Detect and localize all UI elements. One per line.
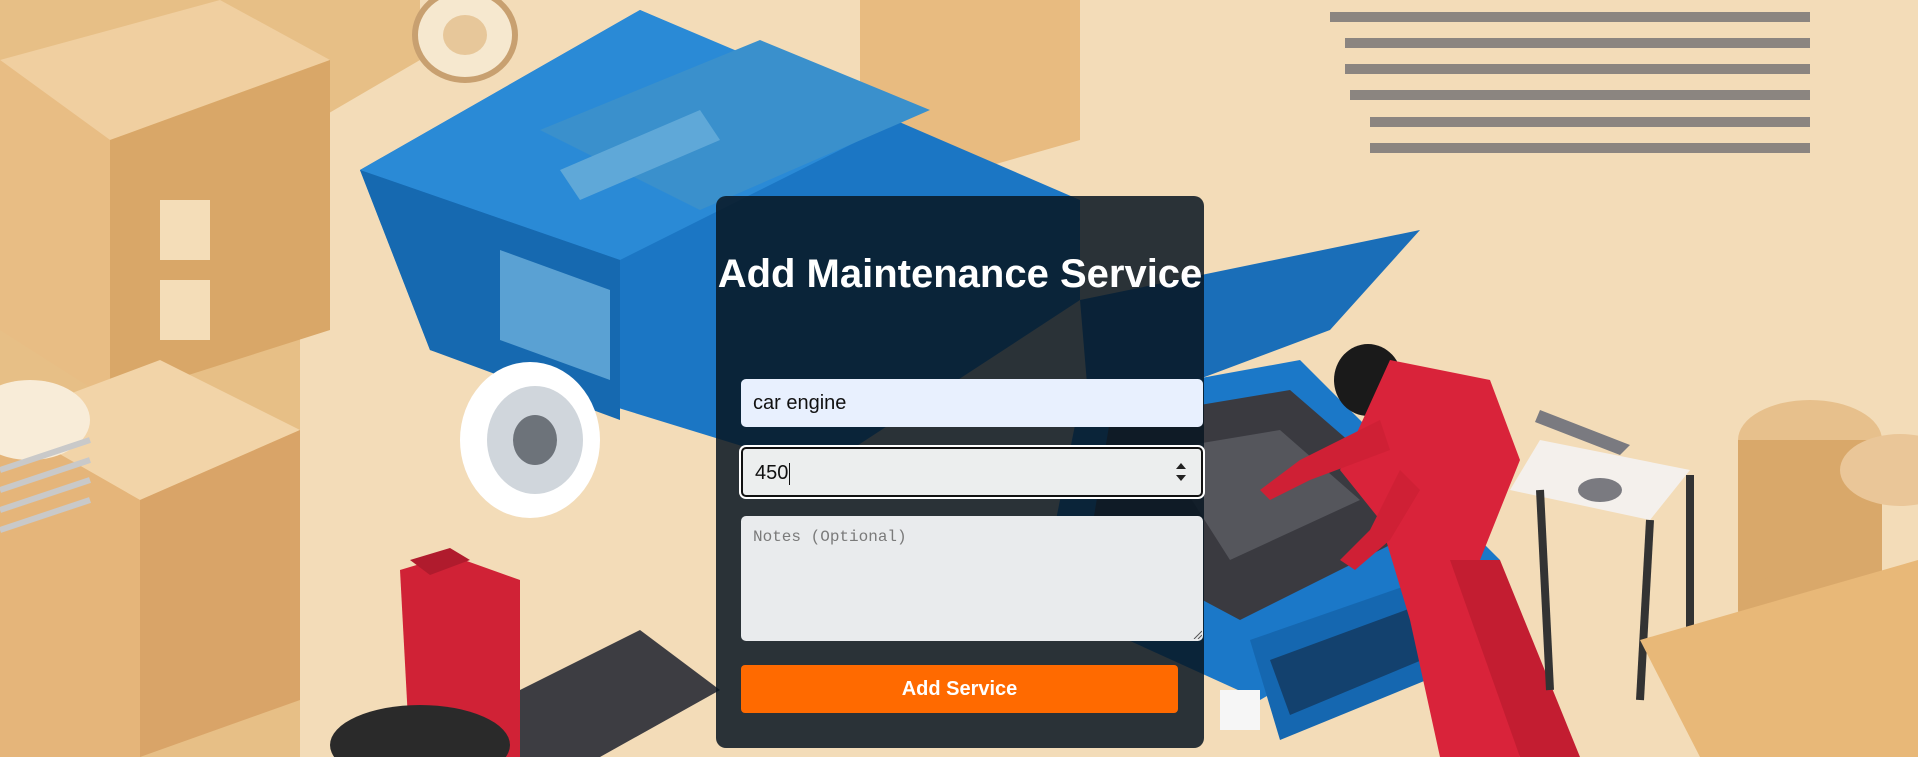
number-spinner-icon[interactable] [1175,461,1187,483]
service-name-input[interactable] [741,379,1203,427]
form-title: Add Maintenance Service [717,252,1203,296]
notes-textarea[interactable] [741,516,1203,641]
text-caret [789,462,791,485]
add-service-button[interactable]: Add Service [741,665,1178,713]
cost-input[interactable]: 450 [741,447,1203,497]
add-service-card: Add Maintenance Service 450 Add Service [716,196,1204,748]
cost-value: 450 [755,462,789,484]
resize-handle-icon[interactable] [1192,629,1202,639]
